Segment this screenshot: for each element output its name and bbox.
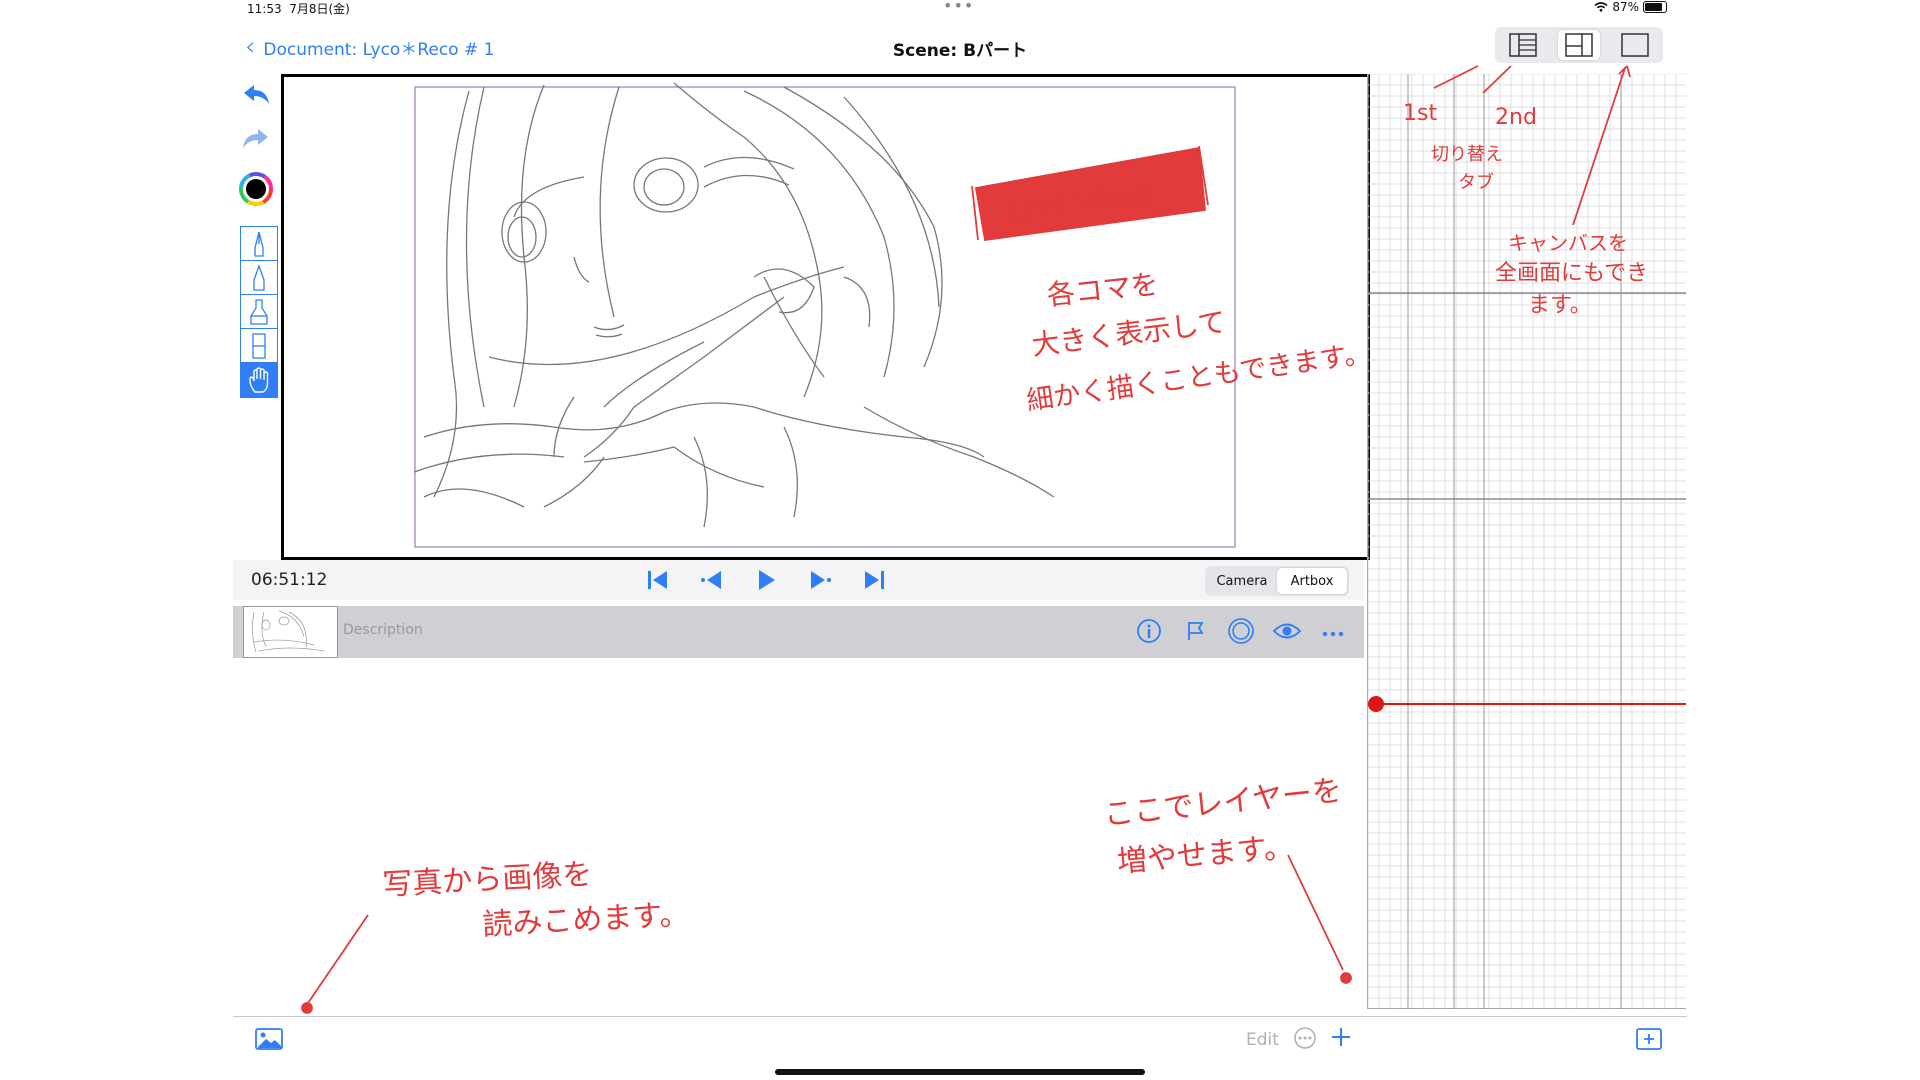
ellipsis-icon <box>1322 631 1344 637</box>
annotation-photo-line1: 写真から画像を <box>382 857 594 903</box>
status-bar: 11:53 7月8日(金) ••• 87% <box>233 0 1687 16</box>
bottom-more-button[interactable] <box>1293 1026 1317 1054</box>
brush-palette <box>240 226 278 398</box>
skip-end-icon <box>865 571 884 589</box>
timesheet-panel[interactable] <box>1367 73 1686 1010</box>
more-options-button[interactable] <box>1315 614 1351 648</box>
artbox-mode-button[interactable]: Artbox <box>1277 568 1347 594</box>
home-indicator[interactable] <box>775 1069 1145 1075</box>
previous-frame-button[interactable] <box>695 564 729 596</box>
battery-icon <box>1643 1 1667 13</box>
annotation-layer-line1: ここでレイヤーを <box>1102 773 1343 833</box>
redo-button[interactable] <box>238 124 274 158</box>
pencil-tool[interactable] <box>241 227 277 261</box>
timecode: 06:51:12 <box>251 570 328 590</box>
cut-actions <box>1131 614 1351 648</box>
camera-mode-button[interactable]: Camera <box>1207 568 1277 594</box>
flag-icon <box>1188 622 1204 640</box>
wifi-icon <box>1594 2 1608 12</box>
skip-start-icon <box>648 571 667 589</box>
photo-icon <box>255 1028 283 1050</box>
view-mode-segmented-control: Camera Artbox <box>1205 566 1349 596</box>
redo-icon <box>243 129 268 148</box>
annotation-layer-line2: 増やせます。 <box>1116 830 1295 880</box>
playback-bar: 06:51:12 Camera Artbox <box>233 560 1364 600</box>
step-back-icon <box>701 571 721 589</box>
edit-button[interactable]: Edit <box>1246 1030 1279 1050</box>
layout-list-icon <box>1509 33 1537 57</box>
bottom-toolbar-divider <box>233 1016 1687 1017</box>
undo-button[interactable] <box>238 80 274 114</box>
onion-skin-icon <box>1228 618 1254 644</box>
eraser-icon <box>252 332 266 359</box>
layout-full-icon <box>1621 33 1649 57</box>
eraser-tool[interactable] <box>241 329 277 363</box>
cut-description-field[interactable]: Description <box>343 622 423 638</box>
pencil-icon <box>254 231 264 257</box>
eye-icon <box>1272 623 1302 639</box>
plus-square-icon <box>1636 1028 1662 1050</box>
layout-2nd-button[interactable] <box>1558 30 1600 60</box>
drawing-canvas[interactable] <box>281 74 1370 560</box>
play-icon <box>759 570 775 590</box>
layout-split-icon <box>1565 33 1593 57</box>
pen-icon <box>253 263 265 291</box>
info-button[interactable] <box>1131 614 1167 648</box>
layout-segmented-control <box>1495 27 1663 63</box>
flag-button[interactable] <box>1177 614 1213 648</box>
skip-to-start-button[interactable] <box>641 564 675 596</box>
plus-icon <box>1332 1028 1350 1046</box>
import-photo-button[interactable] <box>255 1028 283 1054</box>
info-icon <box>1137 619 1161 643</box>
add-sheet-button[interactable] <box>1636 1028 1662 1054</box>
onion-skin-button[interactable] <box>1223 614 1259 648</box>
color-picker-button[interactable] <box>238 172 274 206</box>
status-right: 87% <box>1594 0 1667 14</box>
sketch-artwork <box>413 82 1236 548</box>
step-forward-icon <box>811 571 831 589</box>
timesheet-grid <box>1367 73 1686 1010</box>
status-time: 11:53 7月8日(金) <box>247 2 350 16</box>
layout-full-button[interactable] <box>1614 30 1656 60</box>
character-sketch <box>413 82 1055 528</box>
marker-tool[interactable] <box>241 295 277 329</box>
annotation-photo-line2: 読みこめます。 <box>482 897 691 943</box>
transport-controls <box>641 564 891 596</box>
add-layer-button[interactable] <box>1328 1024 1354 1054</box>
undo-icon <box>244 85 269 104</box>
pen-tool[interactable] <box>241 261 277 295</box>
hand-icon <box>249 367 269 393</box>
next-frame-button[interactable] <box>803 564 837 596</box>
cut-thumbnail[interactable] <box>243 606 338 658</box>
hand-tool[interactable] <box>241 363 277 397</box>
skip-to-end-button[interactable] <box>857 564 891 596</box>
scene-title: Scene: Bパート <box>892 41 1028 61</box>
marker-icon <box>250 298 268 325</box>
cut-row[interactable]: Description <box>233 606 1364 658</box>
visibility-button[interactable] <box>1269 614 1305 648</box>
ellipsis-circle-icon <box>1294 1027 1316 1049</box>
thumbnail-sketch <box>252 610 325 653</box>
play-button[interactable] <box>749 564 783 596</box>
tool-bar <box>238 80 276 206</box>
ipad-screen: 11:53 7月8日(金) ••• 87% ‹ Document: Lyco＊R… <box>233 0 1687 1080</box>
multitask-dots-icon[interactable]: ••• <box>943 0 974 15</box>
color-wheel-icon <box>239 172 273 206</box>
layout-1st-button[interactable] <box>1502 30 1544 60</box>
playhead-handle[interactable] <box>1368 696 1384 712</box>
battery-percent: 87% <box>1612 0 1639 14</box>
